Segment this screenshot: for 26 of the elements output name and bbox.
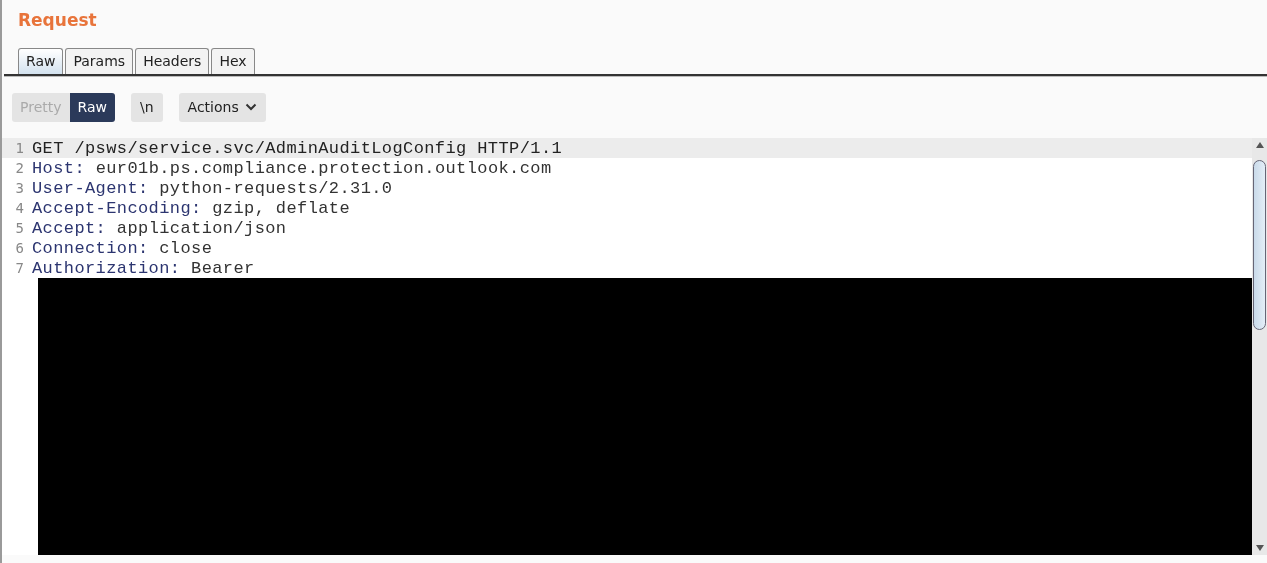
line-number: 6 xyxy=(14,240,25,256)
caret-icon xyxy=(244,103,257,111)
code-line: Accept: application/json xyxy=(32,218,287,238)
tab[interactable]: Raw xyxy=(18,48,64,74)
tab[interactable]: Headers xyxy=(135,48,210,74)
line-number: 3 xyxy=(14,180,25,196)
code-line: Host: eur01b.ps.compliance.protection.outlook.com xyxy=(32,158,552,178)
scroll-down-icon[interactable] xyxy=(1255,545,1264,551)
line-number: 4 xyxy=(14,200,25,216)
actions-button[interactable]: Actions xyxy=(178,92,266,122)
code-line: Accept-Encoding: gzip, deflate xyxy=(32,198,351,218)
newline-button[interactable]: \n xyxy=(131,92,163,122)
panel-title: Request xyxy=(17,9,98,32)
code-line: User-Agent: python-requests/2.31.0 xyxy=(32,178,393,198)
line-number: 5 xyxy=(14,220,25,236)
code-line: Connection: close xyxy=(32,238,213,258)
scroll-up-icon[interactable] xyxy=(1255,142,1264,148)
tab[interactable]: Params xyxy=(65,48,134,74)
code-line: GET /psws/service.svc/AdminAuditLogConfig HTTP/1.1 xyxy=(32,138,563,158)
line-number: 2 xyxy=(14,160,25,176)
tab[interactable]: Hex xyxy=(211,48,255,74)
view-toggle-button[interactable]: Raw xyxy=(69,92,115,122)
code-line: Authorization: Bearer xyxy=(32,258,255,278)
line-number: 7 xyxy=(14,260,25,276)
scrollbar[interactable] xyxy=(1252,138,1267,555)
line-number: 1 xyxy=(14,140,25,156)
